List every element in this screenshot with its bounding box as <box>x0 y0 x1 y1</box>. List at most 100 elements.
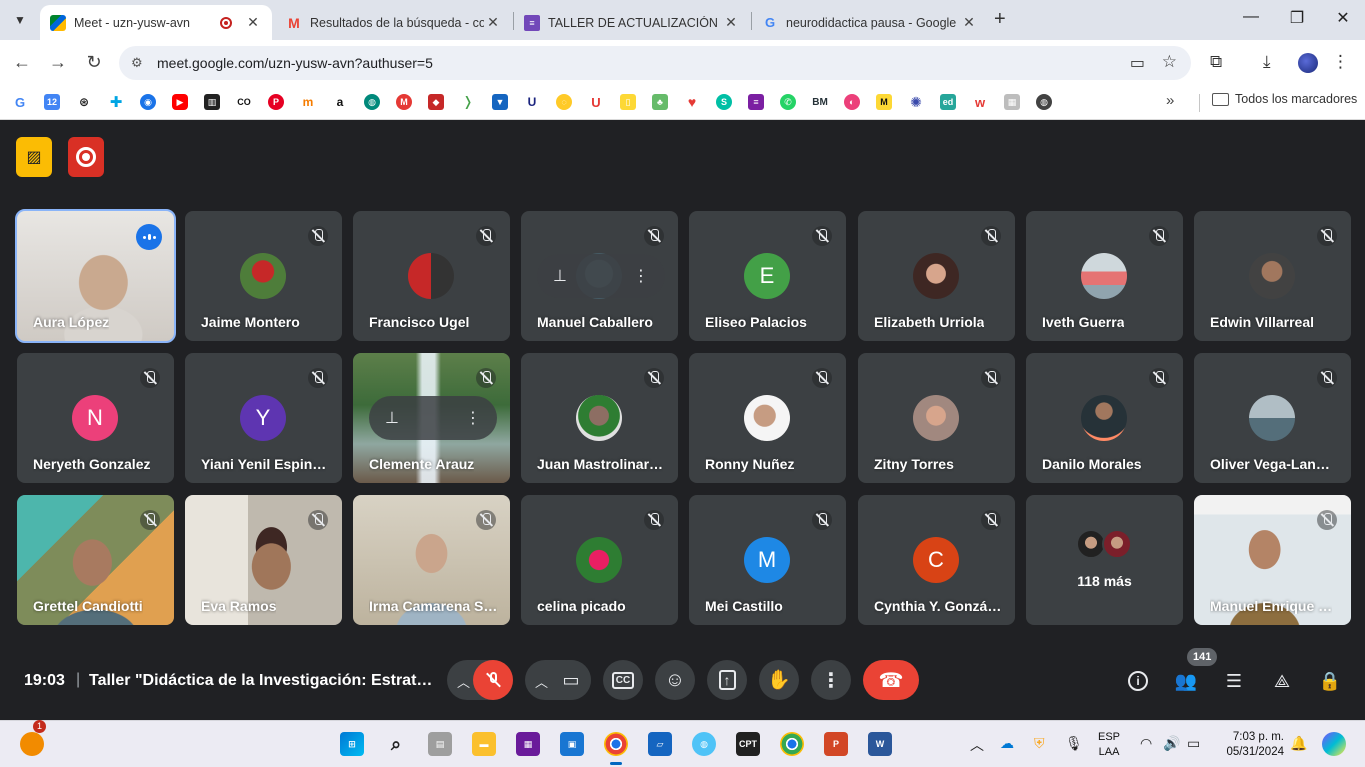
close-icon[interactable]: ✕ <box>960 14 978 31</box>
participant-tile[interactable]: Jaime Montero <box>185 211 342 341</box>
people-button[interactable]: 👥 <box>1173 668 1199 694</box>
participant-tile[interactable]: Zitny Torres <box>858 353 1015 483</box>
more-options-icon[interactable]: ⋮ <box>633 266 649 286</box>
more-bookmarks-icon[interactable]: » <box>1166 92 1174 109</box>
participant-tile[interactable]: Y Yiani Yenil Espin… <box>185 353 342 483</box>
close-icon[interactable]: ✕ <box>722 14 740 31</box>
leave-call-button[interactable]: ☎ <box>863 660 919 700</box>
participant-tile[interactable]: Juan Mastrolinar… <box>521 353 678 483</box>
globe-bookmark-icon[interactable]: ◍ <box>364 94 380 110</box>
input-language[interactable]: ESP LAA <box>1098 730 1120 760</box>
bm-bookmark-icon[interactable]: BM <box>812 94 828 110</box>
meeting-details-button[interactable]: i <box>1125 668 1151 694</box>
security-icon[interactable]: ⛨ <box>1034 735 1045 752</box>
w-bookmark-icon[interactable]: w <box>972 94 988 110</box>
menu-icon[interactable]: ⋮ <box>1332 52 1349 72</box>
app-icon[interactable]: ▦ <box>516 732 540 756</box>
tab-search-button[interactable]: ▼ <box>6 7 34 33</box>
yellow-bookmark-icon[interactable]: ◌ <box>556 94 572 110</box>
more-options-icon[interactable]: ⋮ <box>465 408 481 428</box>
note-bookmark-icon[interactable]: ▯ <box>620 94 636 110</box>
u-red-bookmark-icon[interactable]: U <box>588 94 604 110</box>
purple-bookmark-icon[interactable]: ≡ <box>748 94 764 110</box>
tab-meet[interactable]: Meet - uzn-yusw-avn ✕ <box>40 5 272 40</box>
cc-bookmark-icon[interactable]: CO <box>236 94 252 110</box>
image-bookmark-icon[interactable]: ▦ <box>1004 94 1020 110</box>
powerpoint-icon[interactable]: P <box>824 732 848 756</box>
mendeley-bookmark-icon[interactable]: m <box>300 94 316 110</box>
present-screen-button[interactable]: ↑ <box>707 660 747 700</box>
participant-tile[interactable]: N Neryeth Gonzalez <box>17 353 174 483</box>
file-explorer-icon[interactable]: ▬ <box>472 732 496 756</box>
gear-bookmark-icon[interactable]: ✺ <box>908 94 924 110</box>
extensions-icon[interactable]: ⧉ <box>1210 52 1222 72</box>
app-icon[interactable]: ◍ <box>692 732 716 756</box>
weather-widget-icon[interactable] <box>20 732 44 756</box>
red-bookmark-icon[interactable]: M <box>396 94 412 110</box>
toggle-microphone-button[interactable] <box>473 660 513 700</box>
green-bookmark-icon[interactable]: ❭ <box>460 94 476 110</box>
participant-tile[interactable]: Irma Camarena S… <box>353 495 510 625</box>
captions-button[interactable]: CC <box>603 660 643 700</box>
minimize-button[interactable]: — <box>1228 8 1274 26</box>
podcast-bookmark-icon[interactable]: ◉ <box>140 94 156 110</box>
copilot-icon[interactable] <box>1322 732 1346 756</box>
activities-button[interactable]: ⟁ <box>1269 668 1295 694</box>
onedrive-icon[interactable]: ☁ <box>1000 735 1014 752</box>
participant-tile[interactable]: Oliver Vega-Lan… <box>1194 353 1351 483</box>
web-bookmark-icon[interactable]: ◍ <box>1036 94 1052 110</box>
search-icon[interactable]: ⌕ <box>384 732 408 756</box>
library-bookmark-icon[interactable]: ▥ <box>204 94 220 110</box>
participant-tile[interactable]: E Eliseo Palacios <box>689 211 846 341</box>
google-bookmark-icon[interactable]: G <box>12 94 28 110</box>
task-view-icon[interactable]: ▤ <box>428 732 452 756</box>
volume-icon[interactable]: 🔊 <box>1163 735 1180 752</box>
bookmark-star-icon[interactable]: ☆ <box>1162 52 1177 72</box>
more-options-button[interactable]: ⋮ <box>811 660 851 700</box>
editor-icon[interactable]: ▱ <box>648 732 672 756</box>
reload-button[interactable]: ↻ <box>82 52 106 73</box>
raise-hand-button[interactable]: ✋ <box>759 660 799 700</box>
tab-google-search[interactable]: G neurodidactica pausa - Google ✕ <box>752 5 988 40</box>
download-icon[interactable]: ⤓ <box>1263 52 1271 72</box>
camera-in-use-icon[interactable]: ▭ <box>1130 53 1145 73</box>
heart-bookmark-icon[interactable]: ♥ <box>684 94 700 110</box>
openai-bookmark-icon[interactable]: ⊛ <box>76 94 92 110</box>
participant-tile[interactable]: Manuel Enrique … <box>1194 495 1351 625</box>
participant-tile[interactable]: Edwin Villarreal <box>1194 211 1351 341</box>
youtube-bookmark-icon[interactable]: ▶ <box>172 94 188 110</box>
close-icon[interactable]: ✕ <box>484 14 502 31</box>
participant-tile[interactable]: M Mei Castillo <box>689 495 846 625</box>
cpt-icon[interactable]: CPT <box>736 732 760 756</box>
site-settings-icon[interactable]: ⚙ <box>131 55 143 71</box>
participant-tile[interactable]: Ronny Nuñez <box>689 353 846 483</box>
profile-avatar[interactable] <box>1298 53 1318 73</box>
amazon-bookmark-icon[interactable]: a <box>332 94 348 110</box>
s-bookmark-icon[interactable]: S <box>716 94 732 110</box>
shield-bookmark-icon[interactable]: ◆ <box>428 94 444 110</box>
toggle-camera-button[interactable]: ▭ <box>551 660 591 700</box>
participant-tile[interactable]: ⊥ ⋮ Clemente Arauz <box>353 353 510 483</box>
forward-button[interactable]: → <box>46 52 70 73</box>
store-icon[interactable]: ▣ <box>560 732 584 756</box>
pinterest-bookmark-icon[interactable]: P <box>268 94 284 110</box>
tab-gmail[interactable]: M Resultados de la búsqueda - co ✕ <box>276 5 512 40</box>
all-bookmarks-folder[interactable]: Todos los marcadores <box>1212 92 1357 106</box>
participant-tile[interactable]: ⊥ ⋮ Manuel Caballero <box>521 211 678 341</box>
more-participants-tile[interactable]: 118 más <box>1026 495 1183 625</box>
reactions-button[interactable]: ☺ <box>655 660 695 700</box>
chat-button[interactable]: ☰ <box>1221 668 1247 694</box>
whatsapp-bookmark-icon[interactable]: ✆ <box>780 94 796 110</box>
address-bar[interactable]: ⚙ meet.google.com/uzn-yusw-avn?authuser=… <box>119 46 1191 80</box>
participant-tile[interactable]: celina picado <box>521 495 678 625</box>
new-tab-button[interactable]: + <box>994 8 1006 31</box>
host-controls-button[interactable]: 🔒 <box>1317 668 1343 694</box>
restore-button[interactable]: ❐ <box>1274 8 1320 28</box>
host-controls-button[interactable]: ▨ <box>16 137 52 177</box>
participant-tile[interactable]: Iveth Guerra <box>1026 211 1183 341</box>
wifi-icon[interactable]: ◠ <box>1140 735 1152 752</box>
plus-bookmark-icon[interactable]: ✚ <box>108 94 124 111</box>
pin-icon[interactable]: ⊥ <box>553 266 567 286</box>
notification-bell-icon[interactable]: 🔔 <box>1290 735 1307 752</box>
back-button[interactable]: ← <box>10 52 34 73</box>
